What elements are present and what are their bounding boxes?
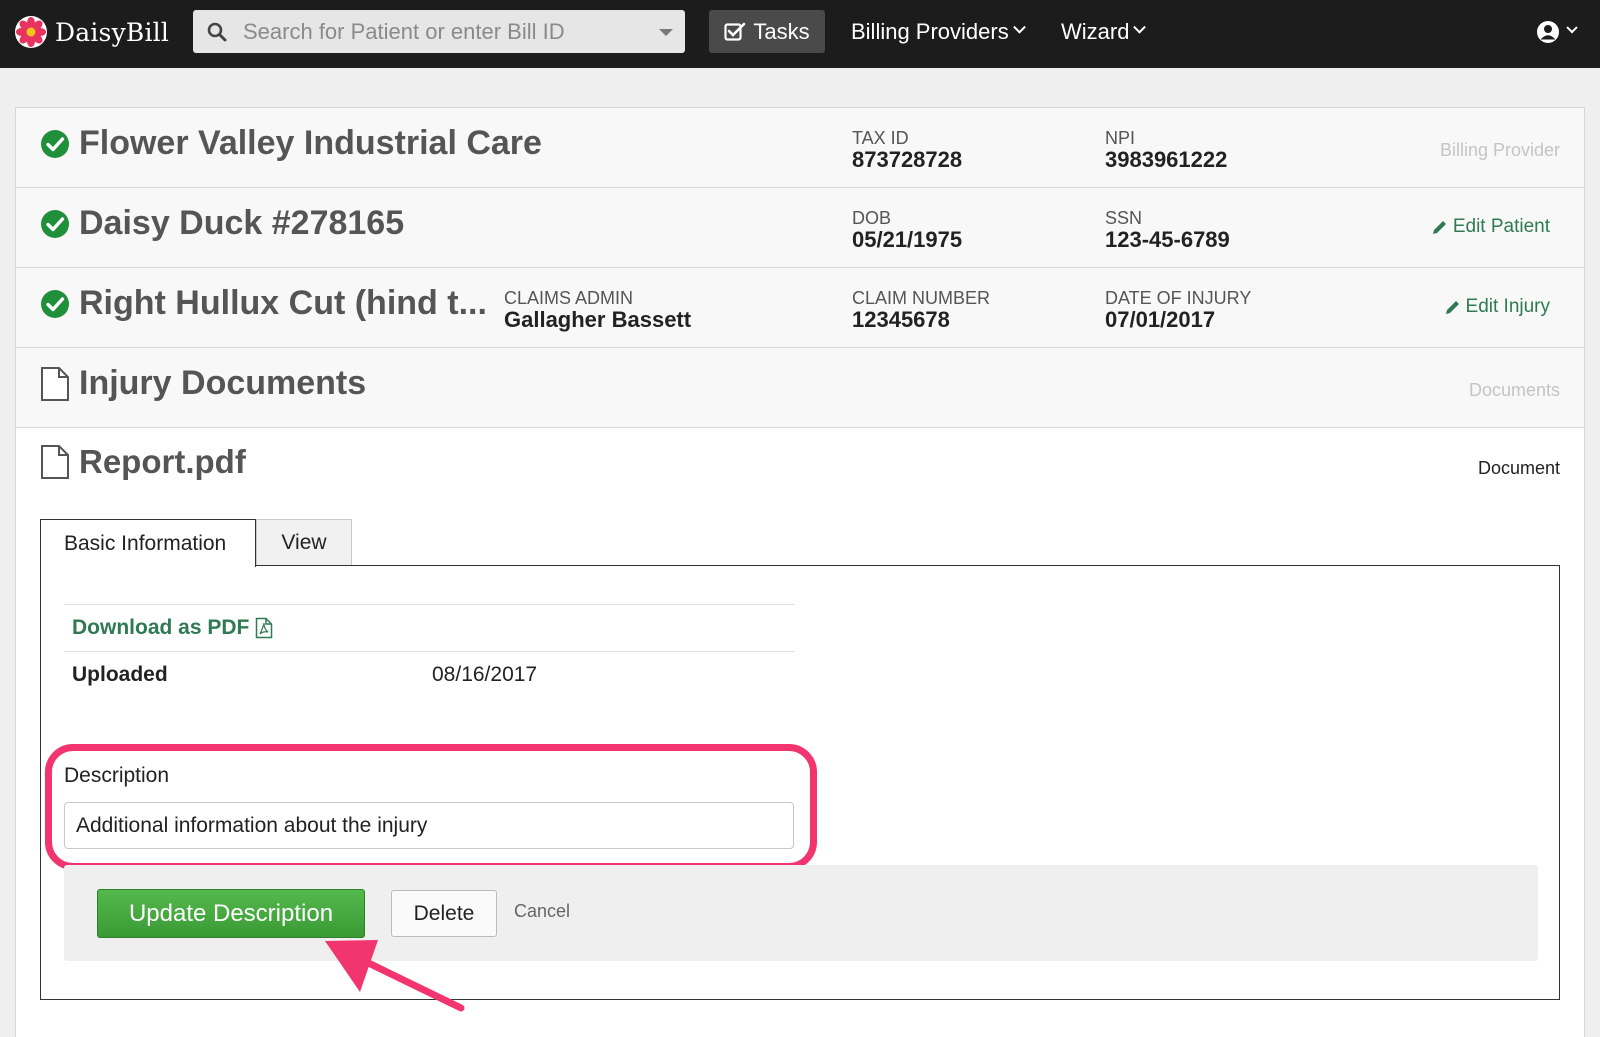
check-circle-icon	[41, 129, 69, 158]
dob-label: DOB	[852, 208, 892, 228]
search-input[interactable]	[243, 10, 643, 53]
pencil-icon	[1432, 220, 1446, 234]
provider-title: Flower Valley Industrial Care	[40, 124, 542, 163]
date-of-injury-field: DATE OF INJURY 07/01/2017	[1105, 288, 1251, 332]
brand[interactable]: DaisyBill	[14, 12, 169, 52]
claims-admin-field: CLAIMS ADMIN Gallagher Bassett	[504, 288, 691, 332]
date-of-injury-label: DATE OF INJURY	[1105, 288, 1252, 308]
claim-number-value: 12345678	[852, 307, 950, 332]
billing-provider-section-label: Billing Provider	[1439, 140, 1560, 160]
basic-information-pane: Download as PDF Uploaded 08/16/2017 Desc…	[40, 565, 1560, 1000]
billing-provider-row: Flower Valley Industrial Care TAX ID 873…	[16, 108, 1584, 188]
check-circle-icon	[41, 289, 69, 318]
document-icon	[41, 445, 69, 479]
injury-documents-title: Injury Documents	[40, 364, 366, 403]
edit-injury-link[interactable]: Edit Injury	[1444, 296, 1550, 318]
dob-field: DOB 05/21/1975	[852, 208, 962, 252]
date-of-injury-value: 07/01/2017	[1105, 307, 1216, 332]
ssn-value: 123-45-6789	[1105, 227, 1230, 252]
claims-admin-label: CLAIMS ADMIN	[504, 288, 634, 308]
download-row: Download as PDF	[64, 604, 794, 651]
uploaded-date: 08/16/2017	[432, 663, 538, 686]
edit-patient-label: Edit Patient	[1452, 216, 1550, 237]
pencil-icon	[1445, 300, 1459, 314]
search-icon	[207, 22, 227, 42]
billing-providers-menu[interactable]: Billing Providers	[851, 10, 1026, 53]
tab-basic-information[interactable]: Basic Information	[40, 519, 256, 567]
chevron-down-icon	[1566, 22, 1578, 34]
injury-name: Right Hullux Cut (hind t...	[79, 284, 487, 322]
user-menu[interactable]	[1536, 15, 1578, 49]
provider-name: Flower Valley Industrial Care	[79, 124, 542, 162]
npi-value: 3983961222	[1105, 147, 1228, 172]
wizard-label: Wizard	[1061, 18, 1130, 44]
chevron-down-icon	[1133, 20, 1147, 34]
delete-button[interactable]: Delete	[391, 890, 497, 937]
download-pdf-link[interactable]: Download as PDF	[72, 616, 273, 640]
billing-providers-label: Billing Providers	[851, 18, 1009, 44]
document-info-table: Download as PDF Uploaded 08/16/2017	[64, 604, 794, 698]
brand-name: DaisyBill	[55, 17, 170, 47]
ssn-field: SSN 123-45-6789	[1105, 208, 1230, 252]
tax-id-value: 873728728	[852, 147, 963, 172]
tasks-label: Tasks	[753, 18, 810, 44]
injury-row: Right Hullux Cut (hind t... CLAIMS ADMIN…	[16, 268, 1584, 348]
pdf-file-icon	[256, 617, 273, 639]
chevron-down-icon	[1012, 20, 1026, 34]
form-actions: Update Description Delete Cancel	[64, 865, 1538, 961]
edit-patient-link[interactable]: Edit Patient	[1431, 216, 1550, 238]
search-dropdown-caret-icon[interactable]	[659, 29, 673, 36]
claim-number-label: CLAIM NUMBER	[852, 288, 991, 308]
top-navbar: DaisyBill Tasks Billing Providers Wizard	[0, 0, 1600, 68]
daisy-logo-icon	[15, 16, 47, 48]
tab-basic-information-label: Basic Information	[64, 531, 227, 555]
document-title: Report.pdf	[40, 443, 246, 481]
description-input[interactable]	[64, 802, 794, 849]
dob-value: 05/21/1975	[852, 227, 963, 252]
download-pdf-label: Download as PDF	[72, 616, 250, 639]
edit-injury-label: Edit Injury	[1465, 296, 1550, 317]
description-label: Description	[64, 764, 170, 787]
documents-section-label: Documents	[1468, 380, 1560, 400]
update-description-button[interactable]: Update Description	[97, 889, 365, 938]
delete-label: Delete	[413, 901, 475, 925]
tax-id-label: TAX ID	[852, 128, 909, 148]
search-box[interactable]	[193, 10, 685, 53]
injury-documents-label: Injury Documents	[79, 364, 367, 402]
ssn-label: SSN	[1105, 208, 1143, 228]
document-icon	[41, 366, 69, 401]
npi-label: NPI	[1105, 128, 1136, 148]
patient-title: Daisy Duck #278165	[40, 204, 404, 243]
wizard-menu[interactable]: Wizard	[1061, 10, 1147, 53]
npi-field: NPI 3983961222	[1105, 128, 1227, 172]
patient-name: Daisy Duck #278165	[79, 204, 405, 242]
uploaded-label: Uploaded	[72, 663, 168, 686]
document-type-label: Document	[1477, 458, 1560, 478]
injury-documents-row: Injury Documents Documents	[16, 348, 1584, 428]
tax-id-field: TAX ID 873728728	[852, 128, 962, 172]
cancel-link[interactable]: Cancel	[514, 901, 570, 922]
uploaded-row: Uploaded 08/16/2017	[64, 651, 794, 698]
update-description-label: Update Description	[128, 899, 334, 927]
patient-row: Daisy Duck #278165 DOB 05/21/1975 SSN 12…	[16, 188, 1584, 268]
tab-view-label: View	[281, 530, 327, 554]
user-avatar-icon	[1537, 21, 1559, 43]
checkbox-icon	[724, 22, 746, 41]
tasks-button[interactable]: Tasks	[709, 10, 825, 53]
injury-title: Right Hullux Cut (hind t...	[40, 284, 487, 323]
check-circle-icon	[41, 209, 69, 238]
claim-number-field: CLAIM NUMBER 12345678	[852, 288, 990, 332]
claims-admin-value: Gallagher Bassett	[504, 307, 692, 332]
bill-panel: Flower Valley Industrial Care TAX ID 873…	[15, 107, 1585, 1037]
document-name: Report.pdf	[79, 443, 246, 480]
tab-view[interactable]: View	[256, 519, 352, 566]
